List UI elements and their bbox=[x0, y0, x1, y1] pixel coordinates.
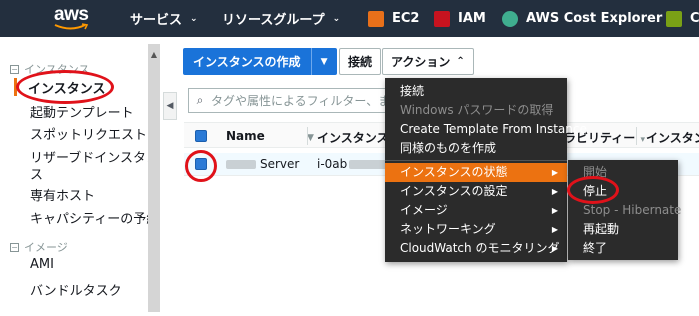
menu-item-connect[interactable]: 接続 bbox=[385, 82, 567, 101]
shortcut-iam[interactable]: IAM bbox=[434, 0, 486, 37]
sidebar-item-instances[interactable]: インスタンス bbox=[28, 78, 105, 97]
shortcut-cost-explorer[interactable]: AWS Cost Explorer bbox=[502, 0, 662, 37]
resource-groups-menu[interactable]: リソースグループ ⌄ bbox=[222, 0, 340, 37]
scroll-up-icon[interactable]: ▲ bbox=[150, 48, 158, 62]
column-divider[interactable] bbox=[636, 127, 637, 145]
shortcut-cloud-label: Cl bbox=[690, 11, 699, 26]
sidebar-item-spot-requests[interactable]: スポットリクエスト bbox=[30, 124, 147, 143]
sidebar-scrollbar[interactable] bbox=[148, 44, 160, 312]
chevron-up-icon: ⌃ bbox=[456, 56, 465, 67]
submenu-item-stop-hibernate: Stop - Hibernate bbox=[583, 203, 682, 217]
filter-search-input[interactable]: ⌕ タグや属性によるフィルター、また bbox=[188, 88, 408, 113]
sort-icon[interactable]: ▼ bbox=[307, 133, 314, 143]
submenu-item-stop[interactable]: 停止 bbox=[568, 182, 678, 201]
chevron-right-icon: ▶ bbox=[551, 168, 558, 177]
sidebar-section-instances[interactable]: − インスタンス bbox=[10, 61, 90, 77]
cloud-icon bbox=[666, 10, 682, 27]
sort-icon[interactable]: ▾ bbox=[640, 135, 645, 145]
aws-logo[interactable]: aws bbox=[50, 4, 98, 32]
column-header-instance-type[interactable]: インスタン bbox=[646, 129, 699, 146]
menu-separator bbox=[385, 160, 567, 161]
sidebar-collapse-button[interactable]: ◀ bbox=[163, 92, 177, 120]
menu-item-label: インスタンスの設定 bbox=[400, 184, 508, 198]
actions-button[interactable]: アクション ⌃ bbox=[382, 48, 474, 75]
shortcut-cloud[interactable]: Cl bbox=[666, 0, 699, 37]
sidebar-section-images[interactable]: − イメージ bbox=[10, 239, 68, 255]
select-all-checkbox[interactable] bbox=[195, 130, 207, 142]
chevron-down-icon: ⌄ bbox=[190, 13, 198, 24]
menu-item-create-template[interactable]: Create Template From Instance bbox=[385, 120, 587, 139]
chevron-right-icon: ▶ bbox=[551, 187, 558, 196]
menu-item-label: イメージ bbox=[400, 203, 448, 217]
shortcut-ec2[interactable]: EC2 bbox=[368, 0, 419, 37]
instance-id-text: i-0ab bbox=[317, 157, 348, 171]
connect-button[interactable]: 接続 bbox=[339, 48, 382, 75]
menu-item-instance-settings[interactable]: インスタンスの設定 ▶ bbox=[385, 182, 567, 201]
sidebar-item-label: リザーブドインスタン bbox=[30, 151, 159, 166]
resource-groups-label: リソースグループ bbox=[222, 13, 325, 28]
column-divider[interactable] bbox=[307, 127, 308, 145]
services-menu[interactable]: サービス ⌄ bbox=[130, 0, 198, 37]
column-header-instance-id[interactable]: インスタンス bbox=[317, 129, 389, 146]
chevron-down-icon: ⌄ bbox=[332, 13, 341, 24]
sidebar-item-reserved-instances[interactable]: リザーブドインスタン bbox=[30, 147, 159, 166]
submenu-item-reboot[interactable]: 再起動 bbox=[568, 220, 678, 239]
chevron-right-icon: ▶ bbox=[551, 206, 558, 215]
menu-item-launch-more-like-this[interactable]: 同様のものを作成 bbox=[385, 139, 567, 158]
sidebar-item-capacity-reservations[interactable]: キャパシティーの予約 bbox=[30, 208, 159, 227]
actions-label: アクション bbox=[391, 55, 451, 69]
sidebar-item-launch-templates[interactable]: 起動テンプレート bbox=[30, 102, 134, 121]
shortcut-cost-explorer-label: AWS Cost Explorer bbox=[526, 11, 663, 26]
chevron-right-icon: ▶ bbox=[551, 244, 558, 253]
caret-down-icon[interactable]: ▼ bbox=[310, 48, 337, 75]
row-checkbox[interactable] bbox=[195, 158, 207, 170]
redacted-text bbox=[226, 160, 256, 169]
sidebar-item-ami[interactable]: AMI bbox=[30, 257, 54, 272]
menu-item-networking[interactable]: ネットワーキング ▶ bbox=[385, 220, 567, 239]
menu-item-get-windows-password: Windows パスワードの取得 bbox=[400, 103, 554, 117]
launch-instance-button[interactable]: インスタンスの作成 ▼ bbox=[183, 48, 337, 75]
column-header-name[interactable]: Name ▼ bbox=[226, 129, 314, 143]
services-label: サービス bbox=[130, 13, 183, 28]
sidebar-item-bundle-tasks[interactable]: バンドルタスク bbox=[30, 280, 122, 299]
row-name-text: Server bbox=[260, 157, 300, 171]
menu-item-label: ネットワーキング bbox=[400, 222, 496, 236]
search-placeholder: タグや属性によるフィルター、また bbox=[211, 94, 403, 108]
launch-instance-label: インスタンスの作成 bbox=[193, 55, 301, 69]
row-name: Server bbox=[226, 157, 299, 171]
submenu-item-terminate[interactable]: 終了 bbox=[568, 239, 678, 258]
submenu-item-start: 開始 bbox=[583, 165, 608, 179]
search-icon: ⌕ bbox=[196, 93, 204, 107]
column-label: Name bbox=[226, 129, 265, 143]
redacted-text bbox=[349, 160, 390, 169]
menu-item-label: インスタンスの状態 bbox=[400, 165, 508, 179]
collapse-icon[interactable]: − bbox=[10, 242, 19, 252]
menu-item-instance-state[interactable]: インスタンスの状態 ▶ bbox=[385, 163, 567, 182]
ec2-icon bbox=[368, 10, 384, 27]
menu-item-cloudwatch-monitoring[interactable]: CloudWatch のモニタリング ▶ bbox=[385, 239, 567, 258]
cost-explorer-icon bbox=[502, 10, 518, 27]
iam-icon bbox=[434, 10, 450, 27]
chevron-right-icon: ▶ bbox=[551, 225, 558, 234]
shortcut-ec2-label: EC2 bbox=[392, 11, 420, 26]
shortcut-iam-label: IAM bbox=[458, 11, 486, 26]
menu-item-image[interactable]: イメージ ▶ bbox=[385, 201, 567, 220]
actions-dropdown: 接続 Windows パスワードの取得 Create Template From… bbox=[385, 78, 587, 262]
sidebar-section-label: イメージ bbox=[24, 241, 68, 254]
top-nav: aws サービス ⌄ リソースグループ ⌄ EC2 IAM AWS Cost E… bbox=[0, 0, 699, 37]
sidebar-item-dedicated-hosts[interactable]: 専有ホスト bbox=[30, 185, 95, 204]
sidebar-item-reserved-instances-wrap[interactable]: ス bbox=[30, 164, 43, 183]
instance-state-submenu: 開始 停止 Stop - Hibernate 再起動 終了 bbox=[568, 160, 682, 260]
active-indicator bbox=[14, 78, 17, 96]
sidebar-section-label: インスタンス bbox=[24, 63, 90, 76]
aws-smile-icon bbox=[54, 23, 89, 30]
menu-item-label: CloudWatch のモニタリング bbox=[400, 241, 560, 255]
collapse-icon[interactable]: − bbox=[10, 64, 19, 74]
